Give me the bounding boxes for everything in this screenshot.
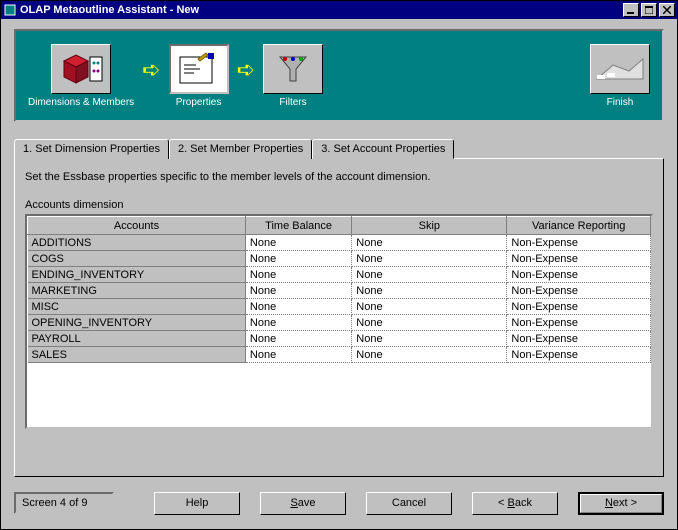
cell-account[interactable]: PAYROLL	[28, 331, 246, 347]
dimensions-icon	[51, 44, 111, 94]
tab-account-properties[interactable]: 3. Set Account Properties	[312, 139, 454, 159]
window-title: OLAP Metaoutline Assistant - New	[20, 4, 623, 16]
cell-skip[interactable]: None	[352, 235, 507, 251]
cell-account[interactable]: ENDING_INVENTORY	[28, 267, 246, 283]
app-icon	[3, 3, 17, 17]
screen-indicator: Screen 4 of 9	[14, 492, 114, 514]
cell-account[interactable]: SALES	[28, 347, 246, 363]
step-filters-label: Filters	[279, 97, 306, 108]
footer-row: Screen 4 of 9 Help Save Cancel < Back Ne…	[1, 477, 677, 529]
cell-variance-reporting[interactable]: Non-Expense	[507, 267, 651, 283]
cancel-button[interactable]: Cancel	[366, 492, 452, 515]
wizard-steps-banner: Dimensions & Members ➪ Properties ➪	[14, 29, 664, 122]
application-window: OLAP Metaoutline Assistant - New	[0, 0, 678, 530]
cell-account[interactable]: MARKETING	[28, 283, 246, 299]
table-row[interactable]: PAYROLLNoneNoneNon-Expense	[28, 331, 651, 347]
cell-skip[interactable]: None	[352, 347, 507, 363]
cell-variance-reporting[interactable]: Non-Expense	[507, 347, 651, 363]
maximize-button[interactable]	[641, 3, 657, 17]
next-button[interactable]: Next >	[578, 492, 664, 515]
column-header-accounts[interactable]: Accounts	[28, 217, 246, 235]
help-button[interactable]: Help	[154, 492, 240, 515]
cell-skip[interactable]: None	[352, 283, 507, 299]
cell-variance-reporting[interactable]: Non-Expense	[507, 235, 651, 251]
filters-icon	[263, 44, 323, 94]
step-properties[interactable]: Properties	[169, 44, 229, 108]
tab-member-properties[interactable]: 2. Set Member Properties	[169, 139, 312, 159]
step-finish-label: Finish	[607, 97, 634, 108]
cell-skip[interactable]: None	[352, 299, 507, 315]
save-button[interactable]: Save	[260, 492, 346, 515]
finish-icon	[590, 44, 650, 94]
cell-time-balance[interactable]: None	[245, 251, 351, 267]
accounts-table-container: Accounts Time Balance Skip Variance Repo…	[25, 214, 653, 429]
step-finish[interactable]: Finish	[590, 44, 650, 108]
tab-dimension-properties[interactable]: 1. Set Dimension Properties	[14, 139, 169, 159]
cell-skip[interactable]: None	[352, 251, 507, 267]
column-header-variance-reporting[interactable]: Variance Reporting	[507, 217, 651, 235]
properties-icon	[169, 44, 229, 94]
table-row[interactable]: COGSNoneNoneNon-Expense	[28, 251, 651, 267]
step-filters[interactable]: Filters	[263, 44, 323, 108]
cell-time-balance[interactable]: None	[245, 283, 351, 299]
tab-panel: Set the Essbase properties specific to t…	[14, 158, 664, 477]
step-properties-label: Properties	[176, 97, 222, 108]
back-button[interactable]: < Back	[472, 492, 558, 515]
titlebar: OLAP Metaoutline Assistant - New	[1, 1, 677, 19]
cell-skip[interactable]: None	[352, 331, 507, 347]
tabs-container: 1. Set Dimension Properties 2. Set Membe…	[14, 138, 664, 477]
screen-indicator-text: Screen 4 of 9	[22, 497, 87, 509]
cell-skip[interactable]: None	[352, 267, 507, 283]
accounts-table[interactable]: Accounts Time Balance Skip Variance Repo…	[27, 216, 651, 363]
instruction-text: Set the Essbase properties specific to t…	[25, 171, 653, 183]
cell-skip[interactable]: None	[352, 315, 507, 331]
step-dimensions-label: Dimensions & Members	[28, 97, 134, 108]
arrow-icon: ➪	[237, 57, 255, 83]
column-header-time-balance[interactable]: Time Balance	[245, 217, 351, 235]
cell-time-balance[interactable]: None	[245, 331, 351, 347]
table-header-row: Accounts Time Balance Skip Variance Repo…	[28, 217, 651, 235]
content-area: Dimensions & Members ➪ Properties ➪	[1, 19, 677, 477]
footer-buttons: Help Save Cancel < Back Next >	[154, 492, 664, 515]
column-header-skip[interactable]: Skip	[352, 217, 507, 235]
cell-time-balance[interactable]: None	[245, 315, 351, 331]
cell-account[interactable]: COGS	[28, 251, 246, 267]
table-row[interactable]: MISCNoneNoneNon-Expense	[28, 299, 651, 315]
table-row[interactable]: ENDING_INVENTORYNoneNoneNon-Expense	[28, 267, 651, 283]
table-row[interactable]: MARKETINGNoneNoneNon-Expense	[28, 283, 651, 299]
group-label: Accounts dimension	[25, 199, 653, 211]
step-dimensions[interactable]: Dimensions & Members	[28, 44, 134, 108]
window-controls	[623, 3, 675, 17]
tabs-row: 1. Set Dimension Properties 2. Set Membe…	[14, 138, 664, 158]
cell-variance-reporting[interactable]: Non-Expense	[507, 331, 651, 347]
minimize-button[interactable]	[623, 3, 639, 17]
cell-variance-reporting[interactable]: Non-Expense	[507, 299, 651, 315]
cell-variance-reporting[interactable]: Non-Expense	[507, 315, 651, 331]
cell-time-balance[interactable]: None	[245, 235, 351, 251]
table-row[interactable]: ADDITIONSNoneNoneNon-Expense	[28, 235, 651, 251]
cell-time-balance[interactable]: None	[245, 347, 351, 363]
arrow-icon: ➪	[142, 57, 160, 83]
cell-account[interactable]: OPENING_INVENTORY	[28, 315, 246, 331]
cell-time-balance[interactable]: None	[245, 267, 351, 283]
table-row[interactable]: OPENING_INVENTORYNoneNoneNon-Expense	[28, 315, 651, 331]
cell-variance-reporting[interactable]: Non-Expense	[507, 283, 651, 299]
cell-variance-reporting[interactable]: Non-Expense	[507, 251, 651, 267]
table-row[interactable]: SALESNoneNoneNon-Expense	[28, 347, 651, 363]
cell-account[interactable]: ADDITIONS	[28, 235, 246, 251]
cell-time-balance[interactable]: None	[245, 299, 351, 315]
cell-account[interactable]: MISC	[28, 299, 246, 315]
close-button[interactable]	[659, 3, 675, 17]
